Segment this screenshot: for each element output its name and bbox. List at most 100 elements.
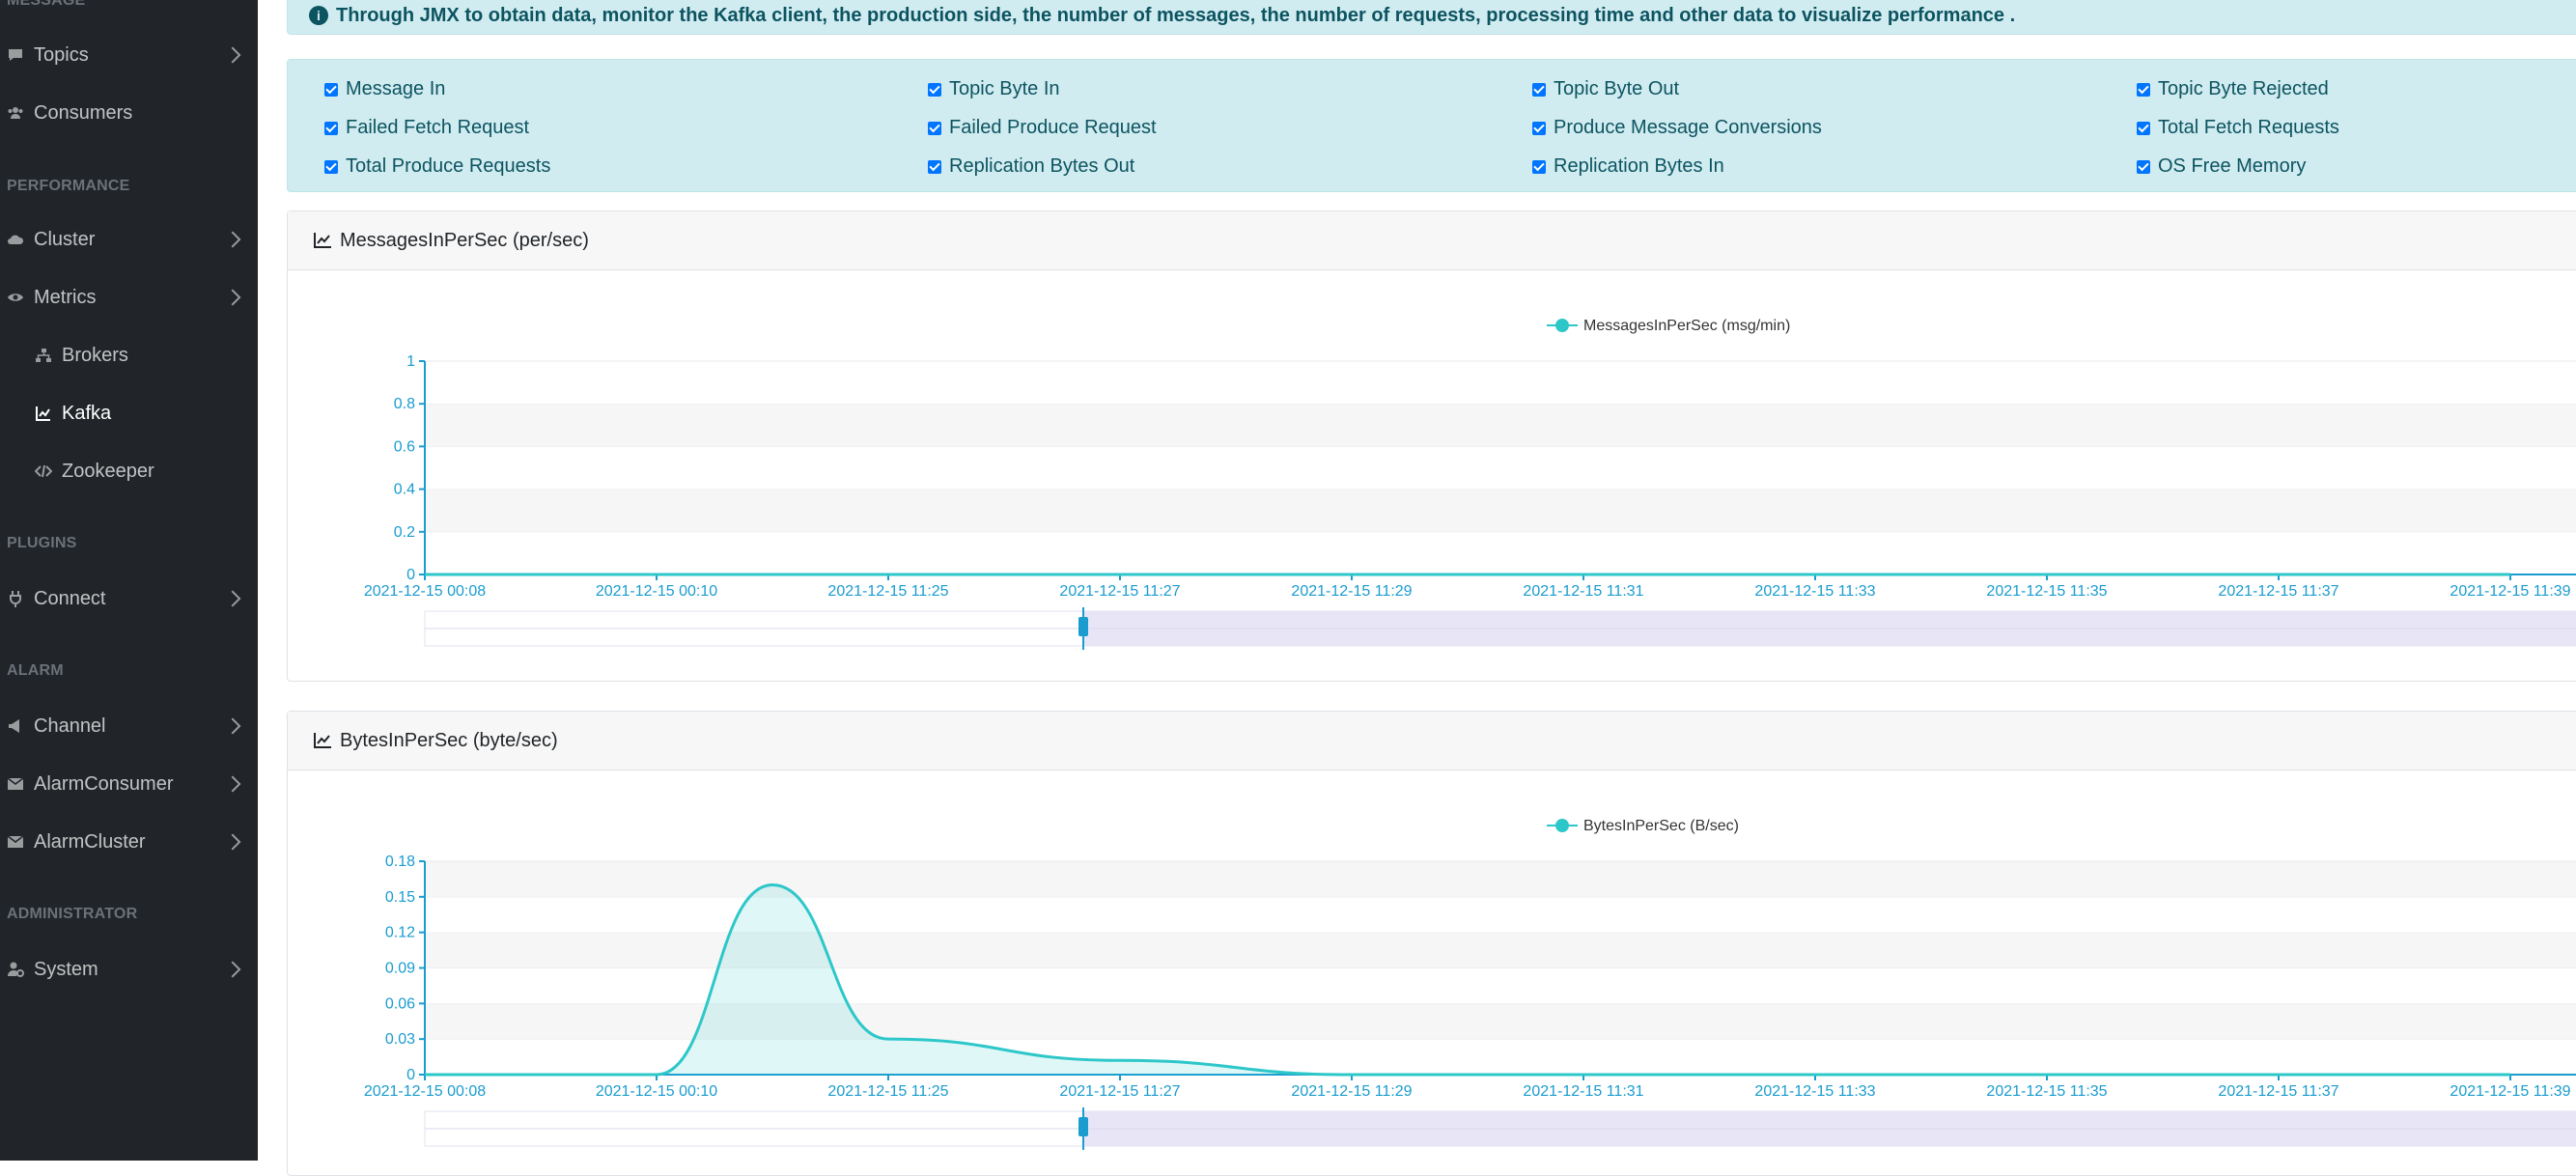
panel-header: BytesInPerSec (byte/sec) [288, 712, 2576, 770]
envelope-icon [7, 835, 24, 848]
y-tick-label: 0.15 [385, 889, 415, 906]
envelope-icon [7, 777, 24, 790]
sidebar-item-kafka[interactable]: Kafka [0, 389, 258, 437]
legend-marker [1555, 319, 1569, 332]
sidebar-item-label: Consumers [34, 101, 133, 124]
sidebar-item-alarm-cluster[interactable]: AlarmCluster [0, 818, 258, 866]
checkbox-checked[interactable] [324, 121, 338, 135]
checkbox-checked[interactable] [928, 82, 941, 97]
checkbox-topic-byte-out[interactable]: Topic Byte Out [1532, 78, 1679, 100]
messages-in-chart[interactable]: MessagesInPerSec (msg/min) 0 0.2 0.4 0.6 0.8 1… [288, 270, 2576, 680]
info-alert: i Through JMX to obtain data, monitor th… [287, 0, 2576, 35]
y-tick-label: 0.03 [385, 1031, 415, 1048]
checkbox-label: Replication Bytes Out [949, 155, 1135, 177]
sidebar-item-metrics[interactable]: Metrics [0, 273, 258, 322]
main-content: i Through JMX to obtain data, monitor th… [258, 0, 2576, 1176]
sidebar-item-cluster[interactable]: Cluster [0, 215, 258, 264]
y-tick-label: 1 [406, 353, 415, 370]
sidebar-item-label: Cluster [34, 228, 96, 250]
checkbox-checked[interactable] [1532, 82, 1546, 97]
y-tick-label: 0 [406, 1067, 415, 1083]
x-tick-label: 2021-12-15 11:35 [1986, 583, 2107, 600]
checkbox-checked[interactable] [2137, 82, 2150, 97]
messages-in-panel: MessagesInPerSec (per/sec) MessagesInPer… [287, 210, 2576, 682]
sidebar-item-zookeeper[interactable]: Zookeeper [0, 447, 258, 495]
checkbox-message-in[interactable]: Message In [324, 78, 445, 100]
checkbox-label: Replication Bytes In [1554, 155, 1724, 177]
grid-band [425, 404, 2576, 447]
grid-band [425, 531, 2576, 574]
cloud-icon [8, 235, 24, 244]
x-tick-label: 2021-12-15 11:35 [1986, 1083, 2107, 1100]
checkbox-topic-byte-in[interactable]: Topic Byte In [928, 78, 1060, 100]
checkbox-label: Topic Byte Rejected [2158, 78, 2329, 99]
chevron-right-icon [224, 46, 241, 64]
sidebar-item-alarm-consumer[interactable]: AlarmConsumer [0, 760, 258, 808]
checkbox-total-produce-requests[interactable]: Total Produce Requests [324, 155, 550, 178]
chevron-right-icon [224, 590, 241, 607]
checkbox-failed-produce-request[interactable]: Failed Produce Request [928, 117, 1157, 139]
checkbox-label: Message In [346, 78, 446, 99]
checkbox-label: OS Free Memory [2158, 155, 2307, 177]
sidebar-item-system[interactable]: System [0, 945, 258, 994]
chart-legend: MessagesInPerSec (msg/min) [1547, 318, 1790, 334]
sidebar-item-label: Kafka [62, 402, 112, 424]
x-tick-label: 2021-12-15 11:39 [2450, 1083, 2570, 1100]
sidebar-item-label: AlarmCluster [34, 830, 146, 853]
chart-legend: BytesInPerSec (B/sec) [1547, 818, 1739, 834]
checkbox-failed-fetch-request[interactable]: Failed Fetch Request [324, 117, 529, 139]
checkbox-label: Failed Produce Request [949, 117, 1157, 138]
checkbox-checked[interactable] [928, 159, 941, 174]
checkbox-checked[interactable] [2137, 159, 2150, 174]
sidebar-item-topics[interactable]: Topics [0, 31, 258, 79]
sidebar-item-connect[interactable]: Connect [0, 574, 258, 623]
x-tick-label: 2021-12-15 11:27 [1059, 583, 1180, 600]
checkbox-topic-byte-rejected[interactable]: Topic Byte Rejected [2137, 78, 2329, 100]
sidebar-item-label: Topics [34, 43, 89, 66]
x-tick-label: 2021-12-15 11:37 [2218, 583, 2338, 600]
sidebar-heading-alarm: ALARM [7, 662, 64, 679]
checkbox-checked[interactable] [1532, 121, 1546, 135]
grid-band [425, 446, 2576, 490]
chevron-right-icon [224, 289, 241, 306]
checkbox-checked[interactable] [1532, 159, 1546, 174]
code-icon [35, 464, 52, 478]
x-tick-label: 2021-12-15 11:29 [1291, 1083, 1412, 1100]
sidebar-item-consumers[interactable]: Consumers [0, 89, 258, 137]
checkbox-replication-bytes-out[interactable]: Replication Bytes Out [928, 155, 1134, 178]
legend-label: BytesInPerSec (B/sec) [1583, 818, 1739, 834]
checkbox-checked[interactable] [928, 121, 941, 135]
bytes-in-chart[interactable]: BytesInPerSec (B/sec) 0 0.03 0.06 0.09 0.12 0.… [288, 770, 2576, 1176]
x-tick-label: 2021-12-15 11:31 [1523, 1083, 1643, 1100]
y-tick-label: 0.4 [394, 482, 415, 498]
checkbox-checked[interactable] [2137, 121, 2150, 135]
legend-marker [1555, 819, 1569, 832]
sidebar-heading-plugins: PLUGINS [7, 535, 77, 551]
checkbox-os-free-memory[interactable]: OS Free Memory [2137, 155, 2306, 178]
checkbox-label: Produce Message Conversions [1554, 117, 1822, 138]
checkbox-produce-message-conversions[interactable]: Produce Message Conversions [1532, 117, 1822, 139]
sidebar-heading-message: MESSAGE [7, 0, 86, 9]
checkbox-replication-bytes-in[interactable]: Replication Bytes In [1532, 155, 1724, 178]
sidebar-item-label: System [34, 958, 98, 980]
sidebar-item-channel[interactable]: Channel [0, 702, 258, 750]
y-tick-label: 0.8 [394, 396, 415, 412]
sidebar-item-label: AlarmConsumer [34, 772, 174, 795]
chevron-right-icon [224, 775, 241, 793]
checkbox-checked[interactable] [324, 82, 338, 97]
users-icon [8, 107, 23, 119]
plug-icon [10, 591, 21, 607]
checkbox-checked[interactable] [324, 159, 338, 174]
sidebar-item-brokers[interactable]: Brokers [0, 331, 258, 379]
y-tick-label: 0 [406, 567, 415, 583]
info-circle-icon: i [309, 6, 328, 25]
sitemap-icon [36, 349, 51, 362]
chart-line-icon [314, 733, 331, 748]
y-tick-label: 0.12 [385, 925, 415, 941]
y-tick-label: 0.2 [394, 524, 415, 541]
info-alert-text: Through JMX to obtain data, monitor the … [336, 4, 2016, 26]
chevron-right-icon [224, 961, 241, 978]
checkbox-total-fetch-requests[interactable]: Total Fetch Requests [2137, 117, 2339, 139]
x-tick-label: 2021-12-15 11:25 [827, 1083, 948, 1100]
sidebar-item-label: Metrics [34, 286, 97, 308]
